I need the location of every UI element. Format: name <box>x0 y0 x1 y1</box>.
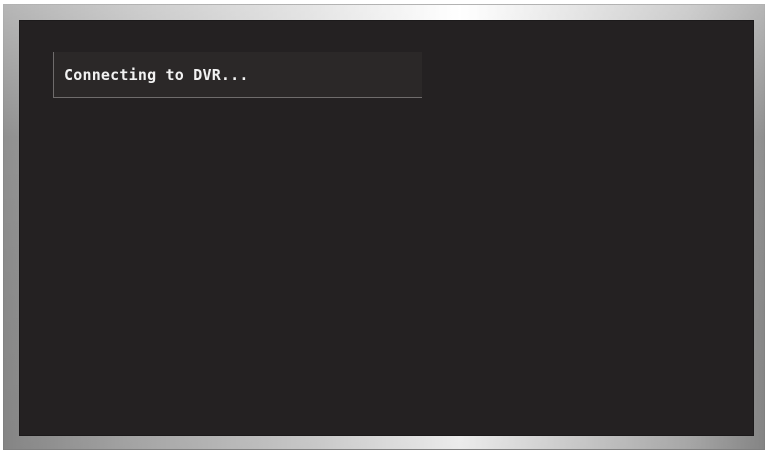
connection-status-text: Connecting to DVR... <box>64 65 249 84</box>
connection-status-box: Connecting to DVR... <box>53 52 422 98</box>
tv-frame: Connecting to DVR... <box>3 4 765 450</box>
dvr-screen: Connecting to DVR... <box>19 20 754 436</box>
